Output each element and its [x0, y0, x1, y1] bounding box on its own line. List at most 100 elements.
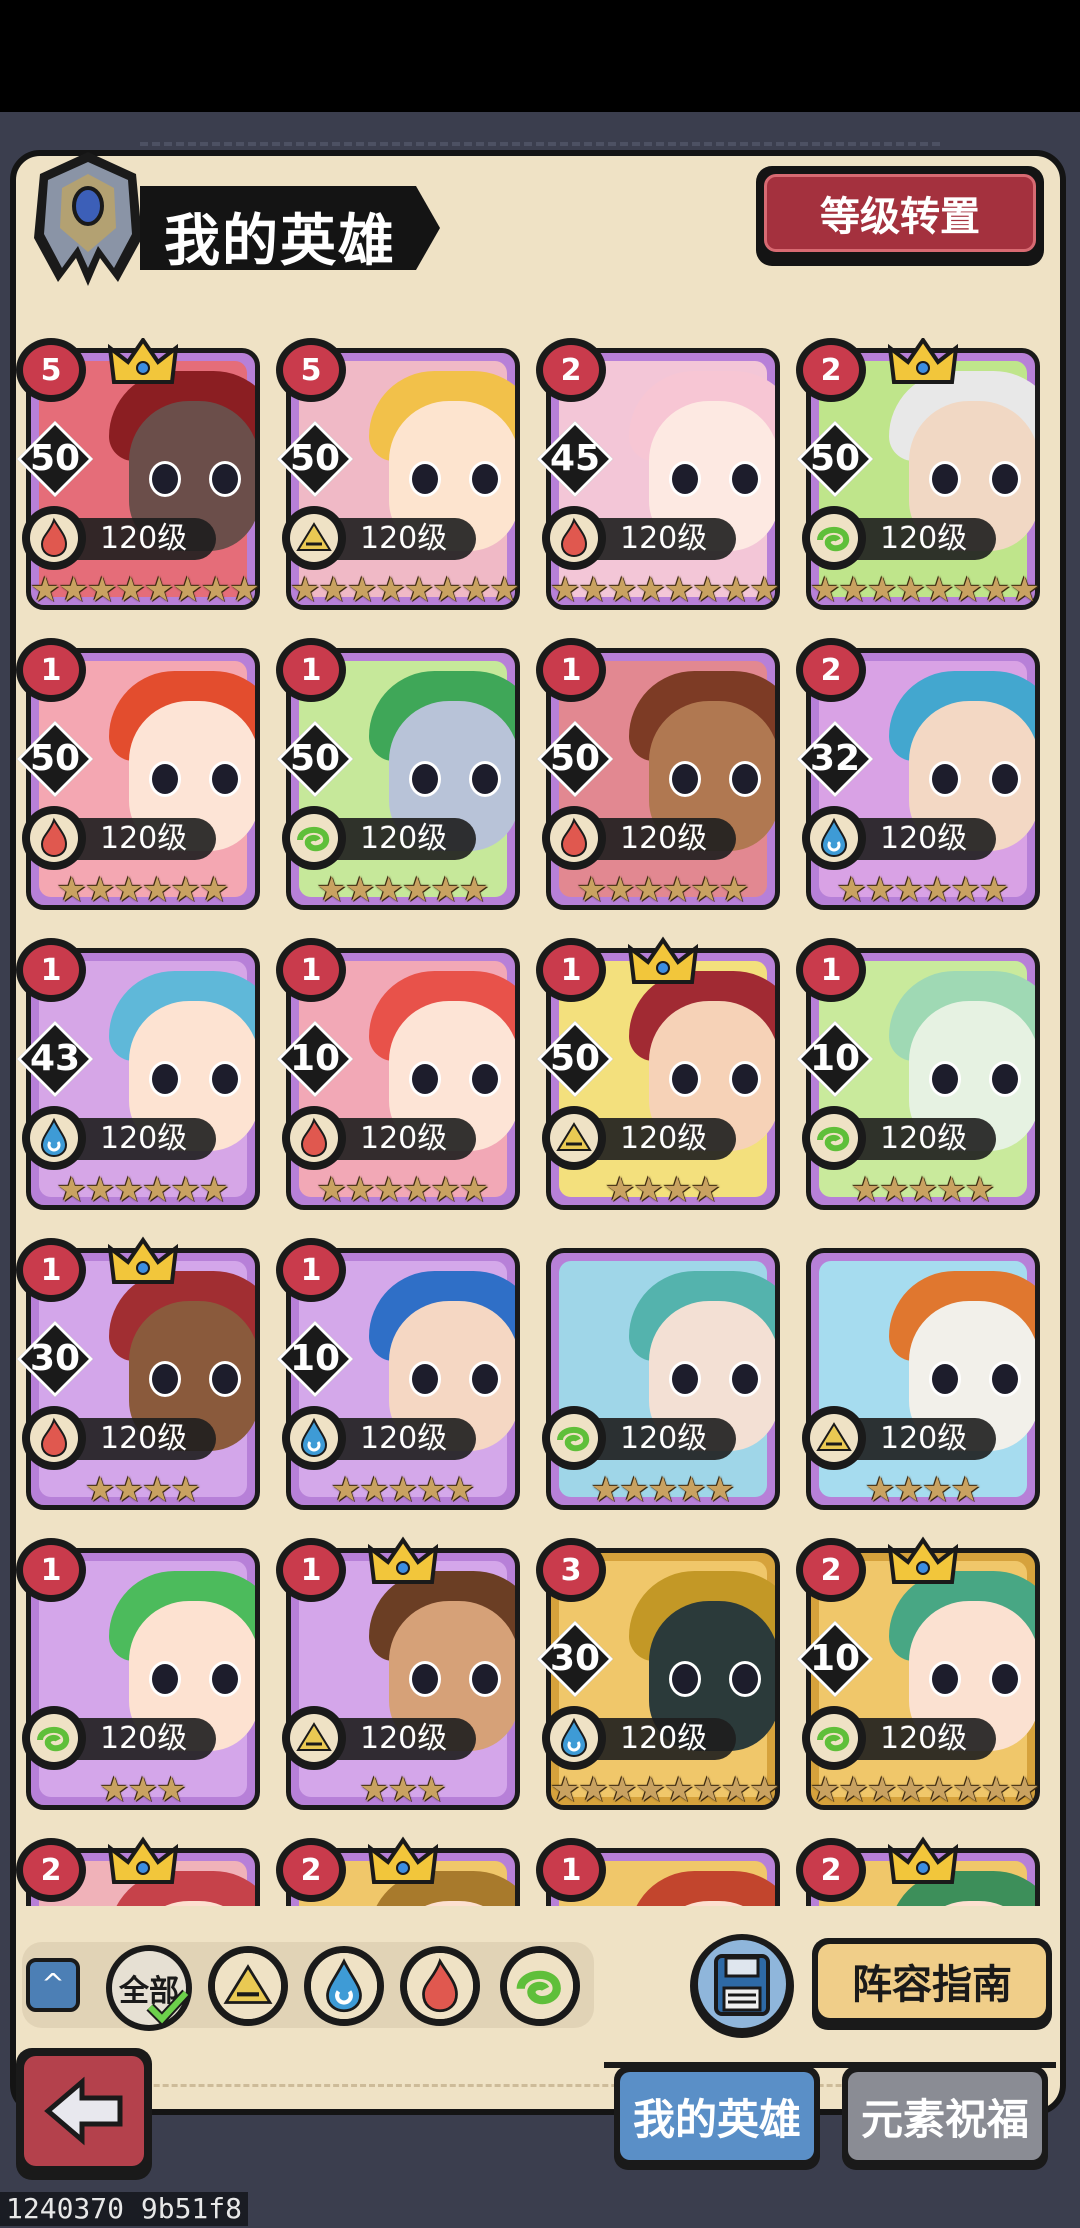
- hero-card[interactable]: 1 10 120级 ★★★★★★: [276, 938, 524, 1214]
- hero-stars: ★★★★★★★★: [550, 1770, 780, 1810]
- hero-card[interactable]: 2 45 120级 ★★★★★★★★: [536, 338, 784, 614]
- hero-level: 30: [29, 1338, 81, 1379]
- hero-max-level: 120级: [596, 1718, 736, 1760]
- hero-max-level: 120级: [596, 1118, 736, 1160]
- status-bar: [0, 0, 1080, 112]
- crown-icon: [368, 1536, 438, 1584]
- water-element-icon: [311, 1953, 377, 2019]
- water-element-icon: [802, 806, 866, 870]
- tab-my-heroes[interactable]: 我的英雄: [614, 2066, 820, 2170]
- earth-element-icon: [282, 1706, 346, 1770]
- tab-element-blessing[interactable]: 元素祝福: [842, 2066, 1048, 2170]
- hero-level: 50: [549, 738, 601, 779]
- hero-level-diamond: 50: [276, 720, 354, 798]
- hero-rank-badge: 1: [276, 938, 346, 1002]
- crown-icon: [888, 1836, 958, 1884]
- hero-level-diamond: 10: [276, 1020, 354, 1098]
- hero-stars: ★★★★★★: [836, 870, 1010, 910]
- hero-card[interactable]: 120级 ★★★★★: [536, 1238, 784, 1514]
- hero-max-level: 120级: [336, 518, 476, 560]
- hero-level: 50: [29, 738, 81, 779]
- level-transfer-button[interactable]: 等级转置: [756, 166, 1044, 266]
- save-floppy-icon[interactable]: [688, 1930, 796, 2040]
- hero-rank: 1: [283, 1545, 339, 1595]
- hero-rank: 2: [283, 1845, 339, 1895]
- hero-max-level: 120级: [76, 518, 216, 560]
- hero-stars: ★★★★★★★★: [810, 1770, 1040, 1810]
- lineup-guide-button[interactable]: 阵容指南: [812, 1938, 1052, 2030]
- fire-element-icon: [22, 506, 86, 570]
- hero-max-level: 120级: [856, 818, 996, 860]
- hero-rank: 1: [23, 1545, 79, 1595]
- hero-card[interactable]: 2: [16, 1836, 264, 1906]
- hero-card[interactable]: 1 120级 ★★★: [276, 1536, 524, 1814]
- hero-rank: 5: [23, 345, 79, 395]
- hero-rank-badge: 2: [276, 1838, 346, 1902]
- hero-level-diamond: 50: [16, 720, 94, 798]
- hero-card[interactable]: 1 50 120级 ★★★★: [536, 936, 784, 1214]
- hero-card[interactable]: 1 50 120级 ★★★★★★: [536, 638, 784, 914]
- hero-stars: ★★★★: [865, 1470, 981, 1510]
- hero-card[interactable]: 2 32 120级 ★★★★★★: [796, 638, 1044, 914]
- wind-element-icon: [282, 806, 346, 870]
- fire-element-icon: [282, 1106, 346, 1170]
- crown-icon: [108, 1236, 178, 1284]
- back-button[interactable]: [16, 2048, 152, 2180]
- hero-card[interactable]: 1 30 120级 ★★★★: [16, 1236, 264, 1514]
- hero-card[interactable]: 5 50 120级 ★★★★★★★★: [276, 338, 524, 614]
- hero-level-diamond: 30: [536, 1620, 614, 1698]
- hero-rank: 2: [803, 1545, 859, 1595]
- hero-card[interactable]: 1: [536, 1838, 784, 1906]
- hero-rank-badge: 2: [796, 1538, 866, 1602]
- water-element-icon: [542, 1706, 606, 1770]
- hero-card[interactable]: 3 30 120级 ★★★★★★★★: [536, 1538, 784, 1814]
- hero-stars: ★★★★★★★★: [30, 570, 260, 610]
- hero-level: 43: [29, 1038, 81, 1079]
- hero-card[interactable]: 1 50 120级 ★★★★★★: [276, 638, 524, 914]
- hero-card[interactable]: 1 10 120级 ★★★★★: [796, 938, 1044, 1214]
- hero-card[interactable]: 2 50 120级 ★★★★★★★★: [796, 338, 1044, 614]
- crown-icon: [888, 338, 958, 384]
- hero-card[interactable]: 1 50 120级 ★★★★★★: [16, 638, 264, 914]
- filter-wind-button[interactable]: [500, 1946, 580, 2026]
- hero-rank-badge: 1: [536, 938, 606, 1002]
- crown-icon: [628, 936, 698, 984]
- hero-card[interactable]: 2: [796, 1836, 1044, 1906]
- filter-water-button[interactable]: [304, 1946, 384, 2026]
- hero-rank: 1: [803, 945, 859, 995]
- wind-element-icon: [507, 1953, 573, 2019]
- hero-grid[interactable]: 5 50 120级 ★★★★★★★★ 5 50 120级 ★★★★★★★★ 2 45 120级 ★…: [16, 338, 1056, 1906]
- hero-card[interactable]: 1 120级 ★★★: [16, 1538, 264, 1814]
- hero-card[interactable]: 2 10 120级 ★★★★★★★★: [796, 1536, 1044, 1814]
- back-arrow-icon: [44, 2076, 123, 2146]
- hero-max-level: 120级: [856, 1118, 996, 1160]
- filter-earth-button[interactable]: [208, 1946, 288, 2026]
- hero-rank: 1: [543, 1845, 599, 1895]
- hero-level-diamond: 45: [536, 420, 614, 498]
- hero-card[interactable]: 5 50 120级 ★★★★★★★★: [16, 338, 264, 614]
- checkmark-icon: [146, 1989, 190, 2025]
- level-transfer-label: 等级转置: [764, 174, 1036, 252]
- hero-card[interactable]: 1 10 120级 ★★★★★: [276, 1238, 524, 1514]
- hero-max-level: 120级: [336, 818, 476, 860]
- build-id: 1240370 9b51f8: [0, 2192, 249, 2226]
- hero-stars: ★★★★: [85, 1470, 201, 1510]
- wind-element-icon: [542, 1406, 606, 1470]
- collapse-chevron-up-icon[interactable]: ^: [26, 1958, 80, 2012]
- hero-stars: ★★★★★★★★: [290, 570, 520, 610]
- hero-level-diamond: 50: [276, 420, 354, 498]
- hero-card[interactable]: 1 43 120级 ★★★★★★: [16, 938, 264, 1214]
- hero-rank-badge: 1: [16, 1238, 86, 1302]
- hero-rank: 1: [283, 1245, 339, 1295]
- filter-fire-button[interactable]: [400, 1946, 480, 2026]
- hero-card[interactable]: 120级 ★★★★: [796, 1238, 1044, 1514]
- hero-rank: 1: [23, 1245, 79, 1295]
- hero-max-level: 120级: [336, 1718, 476, 1760]
- earth-element-icon: [542, 1106, 606, 1170]
- hero-max-level: 120级: [856, 1418, 996, 1460]
- hero-rank: 1: [543, 645, 599, 695]
- filter-all-button[interactable]: 全部: [106, 1945, 192, 2031]
- hero-level-diamond: 43: [16, 1020, 94, 1098]
- hero-max-level: 120级: [76, 818, 216, 860]
- hero-card[interactable]: 2: [276, 1836, 524, 1906]
